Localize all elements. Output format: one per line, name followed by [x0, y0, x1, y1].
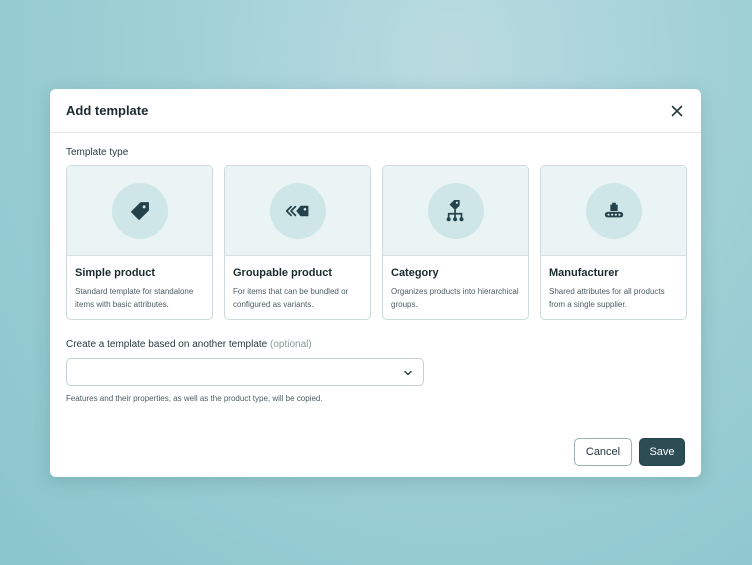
- template-card-groupable-product[interactable]: Groupable product For items that can be …: [224, 165, 371, 320]
- chevron-down-icon: [404, 370, 412, 376]
- card-description: For items that can be bundled or configu…: [233, 287, 349, 309]
- card-body: Category Organizes products into hierarc…: [383, 256, 528, 311]
- icon-badge: [427, 182, 484, 239]
- template-card-category[interactable]: Category Organizes products into hierarc…: [382, 165, 529, 320]
- icon-badge: [111, 182, 168, 239]
- base-template-label: Create a template based on another templ…: [66, 339, 312, 350]
- tag-icon: [130, 201, 149, 220]
- icon-badge: [585, 182, 642, 239]
- card-description: Standard template for standalone items w…: [75, 287, 194, 309]
- template-type-options: Simple product Standard template for sta…: [66, 165, 687, 320]
- card-title: Simple product: [75, 267, 156, 279]
- hierarchy-tag-icon: [446, 199, 464, 221]
- card-title: Manufacturer: [549, 267, 619, 279]
- save-button[interactable]: Save: [639, 438, 685, 466]
- card-header: [383, 166, 528, 256]
- card-description: Shared attributes for all products from …: [549, 287, 665, 309]
- card-header: [225, 166, 370, 256]
- card-description: Organizes products into hierarchical gro…: [391, 287, 519, 309]
- add-template-dialog: Add template Template type Simple produc…: [50, 89, 701, 477]
- icon-badge: [269, 182, 326, 239]
- base-template-label-text: Create a template based on another templ…: [66, 339, 268, 350]
- close-button[interactable]: [669, 103, 685, 119]
- card-body: Groupable product For items that can be …: [225, 256, 370, 311]
- card-header: [67, 166, 212, 256]
- cancel-button[interactable]: Cancel: [574, 438, 632, 466]
- template-card-manufacturer[interactable]: Manufacturer Shared attributes for all p…: [540, 165, 687, 320]
- optional-tag: (optional): [270, 339, 312, 350]
- dialog-header: Add template: [50, 89, 701, 133]
- copy-hint: Features and their properties, as well a…: [66, 394, 323, 403]
- card-body: Simple product Standard template for sta…: [67, 256, 212, 311]
- grouped-tags-icon: [285, 205, 308, 216]
- card-body: Manufacturer Shared attributes for all p…: [541, 256, 686, 311]
- template-type-label: Template type: [66, 147, 129, 158]
- template-card-simple-product[interactable]: Simple product Standard template for sta…: [66, 165, 213, 320]
- base-template-select[interactable]: [66, 358, 424, 386]
- conveyor-icon: [604, 202, 623, 217]
- close-icon: [671, 105, 683, 117]
- card-title: Category: [391, 267, 439, 279]
- card-header: [541, 166, 686, 256]
- dialog-title: Add template: [66, 103, 149, 118]
- card-title: Groupable product: [233, 267, 332, 279]
